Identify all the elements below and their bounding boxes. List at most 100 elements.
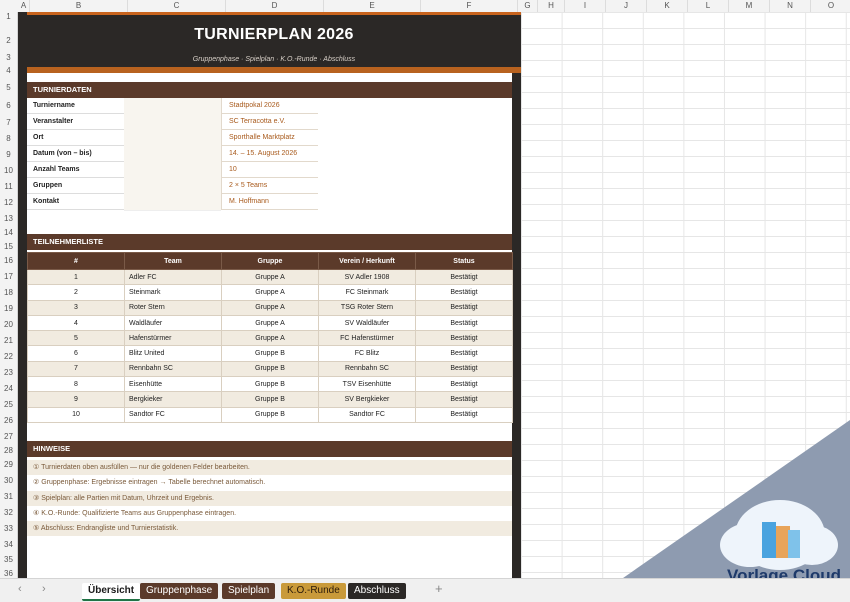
table-cell[interactable]: Gruppe B	[221, 406, 319, 423]
table-cell[interactable]: 2	[27, 284, 125, 301]
row-header[interactable]: 15	[0, 242, 17, 251]
table-cell[interactable]: Bestätigt	[415, 391, 513, 408]
sheet-tab[interactable]: Spielplan	[222, 583, 276, 599]
row-header[interactable]: 35	[0, 555, 17, 564]
row-header[interactable]: 20	[0, 320, 17, 329]
table-cell[interactable]: Roter Stern	[124, 299, 222, 316]
column-header[interactable]: B	[30, 0, 128, 12]
table-cell[interactable]: FC Hafenstürmer	[318, 330, 416, 347]
table-cell[interactable]: Hafenstürmer	[124, 330, 222, 347]
table-cell[interactable]: FC Blitz	[318, 345, 416, 362]
row-header[interactable]: 1	[0, 12, 17, 21]
column-header[interactable]: D	[226, 0, 324, 12]
table-cell[interactable]: Gruppe B	[221, 391, 319, 408]
table-cell[interactable]: 5	[27, 330, 125, 347]
table-cell[interactable]: 8	[27, 376, 125, 393]
row-header[interactable]: 9	[0, 150, 17, 159]
table-cell[interactable]: Sandtor FC	[318, 406, 416, 423]
table-cell[interactable]: Bergkieker	[124, 391, 222, 408]
sheet-tab[interactable]: Gruppenphase	[140, 583, 219, 599]
row-header[interactable]: 22	[0, 352, 17, 361]
row-header[interactable]: 10	[0, 166, 17, 175]
row-header[interactable]: 31	[0, 492, 17, 501]
table-cell[interactable]: Bestätigt	[415, 284, 513, 301]
row-header[interactable]: 28	[0, 446, 17, 455]
info-spacer-cell[interactable]	[124, 162, 221, 179]
row-header[interactable]: 26	[0, 416, 17, 425]
sheet-tab[interactable]: K.O.-Runde	[281, 583, 346, 599]
info-value-cell[interactable]: 14. – 15. August 2026	[221, 146, 318, 162]
column-header[interactable]: M	[729, 0, 770, 12]
row-header[interactable]: 11	[0, 182, 17, 191]
column-header[interactable]: L	[688, 0, 729, 12]
table-cell[interactable]: Gruppe B	[221, 345, 319, 362]
row-header[interactable]: 25	[0, 400, 17, 409]
table-cell[interactable]: Blitz United	[124, 345, 222, 362]
table-cell[interactable]: Bestätigt	[415, 376, 513, 393]
add-sheet-button[interactable]: +	[435, 581, 443, 596]
tab-prev-button[interactable]: ‹	[18, 583, 22, 595]
table-cell[interactable]: Bestätigt	[415, 314, 513, 332]
table-cell[interactable]: 6	[27, 345, 125, 362]
table-cell[interactable]: 10	[27, 406, 125, 423]
table-cell[interactable]: Sandtor FC	[124, 406, 222, 423]
column-header[interactable]: N	[770, 0, 811, 12]
table-cell[interactable]: Gruppe A	[221, 330, 319, 347]
row-header[interactable]: 27	[0, 432, 17, 441]
sheet-tab[interactable]: Abschluss	[348, 583, 406, 599]
row-header[interactable]: 33	[0, 524, 17, 533]
table-cell[interactable]: TSV Eisenhütte	[318, 376, 416, 393]
row-header[interactable]: 29	[0, 460, 17, 469]
column-header[interactable]: O	[811, 0, 850, 12]
row-header[interactable]: 30	[0, 476, 17, 485]
table-cell[interactable]: Adler FC	[124, 268, 222, 286]
table-cell[interactable]: 4	[27, 314, 125, 332]
row-header[interactable]: 34	[0, 540, 17, 549]
table-cell[interactable]: Rennbahn SC	[124, 360, 222, 378]
row-header[interactable]: 2	[0, 36, 17, 45]
table-cell[interactable]: Waldläufer	[124, 314, 222, 332]
info-value-cell[interactable]: M. Hoffmann	[221, 194, 318, 210]
column-header[interactable]: G	[518, 0, 538, 12]
row-header[interactable]: 36	[0, 569, 17, 578]
column-header[interactable]: H	[538, 0, 565, 12]
column-header[interactable]: C	[128, 0, 226, 12]
info-spacer-cell[interactable]	[124, 194, 221, 211]
row-header[interactable]: 5	[0, 83, 17, 92]
info-value-cell[interactable]: 2 × 5 Teams	[221, 178, 318, 194]
info-spacer-cell[interactable]	[124, 98, 221, 115]
table-cell[interactable]: Rennbahn SC	[318, 360, 416, 378]
info-value-cell[interactable]: Sporthalle Marktplatz	[221, 130, 318, 146]
table-cell[interactable]: 1	[27, 268, 125, 286]
table-cell[interactable]: Bestätigt	[415, 360, 513, 378]
info-spacer-cell[interactable]	[124, 146, 221, 163]
row-header[interactable]: 8	[0, 134, 17, 143]
info-spacer-cell[interactable]	[124, 178, 221, 195]
info-spacer-cell[interactable]	[124, 114, 221, 131]
row-header[interactable]: 24	[0, 384, 17, 393]
row-header[interactable]: 3	[0, 53, 17, 62]
table-cell[interactable]: 9	[27, 391, 125, 408]
table-cell[interactable]: Bestätigt	[415, 345, 513, 362]
sheet-tab[interactable]: Übersicht	[82, 583, 141, 601]
row-header[interactable]: 6	[0, 101, 17, 110]
row-header[interactable]: 4	[0, 66, 17, 75]
row-header[interactable]: 18	[0, 288, 17, 297]
table-cell[interactable]: SV Bergkieker	[318, 391, 416, 408]
column-header[interactable]: J	[606, 0, 647, 12]
column-header[interactable]: E	[324, 0, 421, 12]
table-cell[interactable]: Eisenhütte	[124, 376, 222, 393]
info-value-cell[interactable]: 10	[221, 162, 318, 178]
table-cell[interactable]: 3	[27, 299, 125, 316]
row-header[interactable]: 12	[0, 198, 17, 207]
table-cell[interactable]: Gruppe A	[221, 299, 319, 316]
row-header[interactable]: 23	[0, 368, 17, 377]
column-header[interactable]: F	[421, 0, 518, 12]
table-cell[interactable]: Bestätigt	[415, 299, 513, 316]
table-cell[interactable]: 7	[27, 360, 125, 378]
row-header[interactable]: 14	[0, 228, 17, 237]
table-cell[interactable]: Gruppe B	[221, 376, 319, 393]
table-cell[interactable]: Gruppe A	[221, 314, 319, 332]
table-cell[interactable]: Bestätigt	[415, 330, 513, 347]
row-header[interactable]: 7	[0, 118, 17, 127]
